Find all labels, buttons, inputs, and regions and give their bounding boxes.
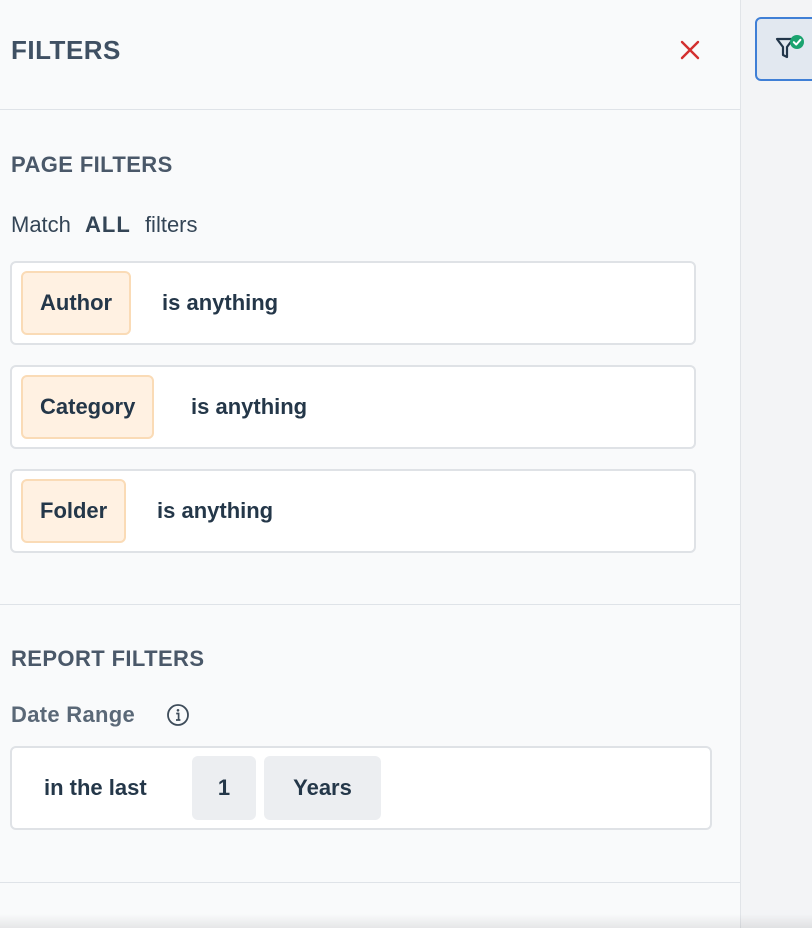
match-prefix: Match	[11, 212, 71, 237]
filter-field-chip[interactable]: Folder	[21, 479, 127, 543]
filter-row-folder[interactable]: Folder is anything	[10, 469, 696, 553]
filter-condition: is anything	[157, 498, 274, 523]
report-filters-title: REPORT FILTERS	[11, 646, 205, 671]
close-icon	[680, 40, 700, 60]
filter-check-icon	[775, 35, 804, 59]
match-mode-value[interactable]: ALL	[85, 212, 131, 237]
filters-panel: FILTERS PAGE FILTERS Match ALL filters A…	[0, 0, 740, 928]
date-range-amount[interactable]: 1	[192, 756, 256, 820]
filter-row-category[interactable]: Category is anything	[10, 365, 696, 449]
panel-title: FILTERS	[11, 35, 121, 65]
filter-field-chip[interactable]: Author	[21, 271, 132, 335]
bottom-edge-shadow	[0, 914, 812, 928]
match-suffix: filters	[144, 212, 198, 237]
section-divider	[0, 882, 740, 883]
close-button[interactable]	[676, 36, 704, 64]
section-divider	[0, 604, 740, 605]
filters-toggle-button[interactable]	[755, 17, 812, 81]
date-range-label: Date Range	[11, 702, 136, 727]
match-mode-line: Match ALL filters	[11, 212, 198, 238]
filter-row-author[interactable]: Author is anything	[10, 261, 696, 345]
page-filters-title: PAGE FILTERS	[11, 152, 173, 177]
date-range-unit[interactable]: Years	[264, 756, 381, 820]
filters-header: FILTERS	[0, 0, 740, 110]
filter-field-chip[interactable]: Category	[21, 375, 155, 439]
filter-condition: is anything	[162, 290, 279, 315]
right-toolbar	[740, 0, 812, 928]
filter-condition: is anything	[191, 394, 308, 419]
date-range-row: in the last 1 Years	[10, 746, 712, 830]
info-icon[interactable]	[166, 703, 190, 727]
date-range-prefix: in the last	[44, 775, 147, 800]
